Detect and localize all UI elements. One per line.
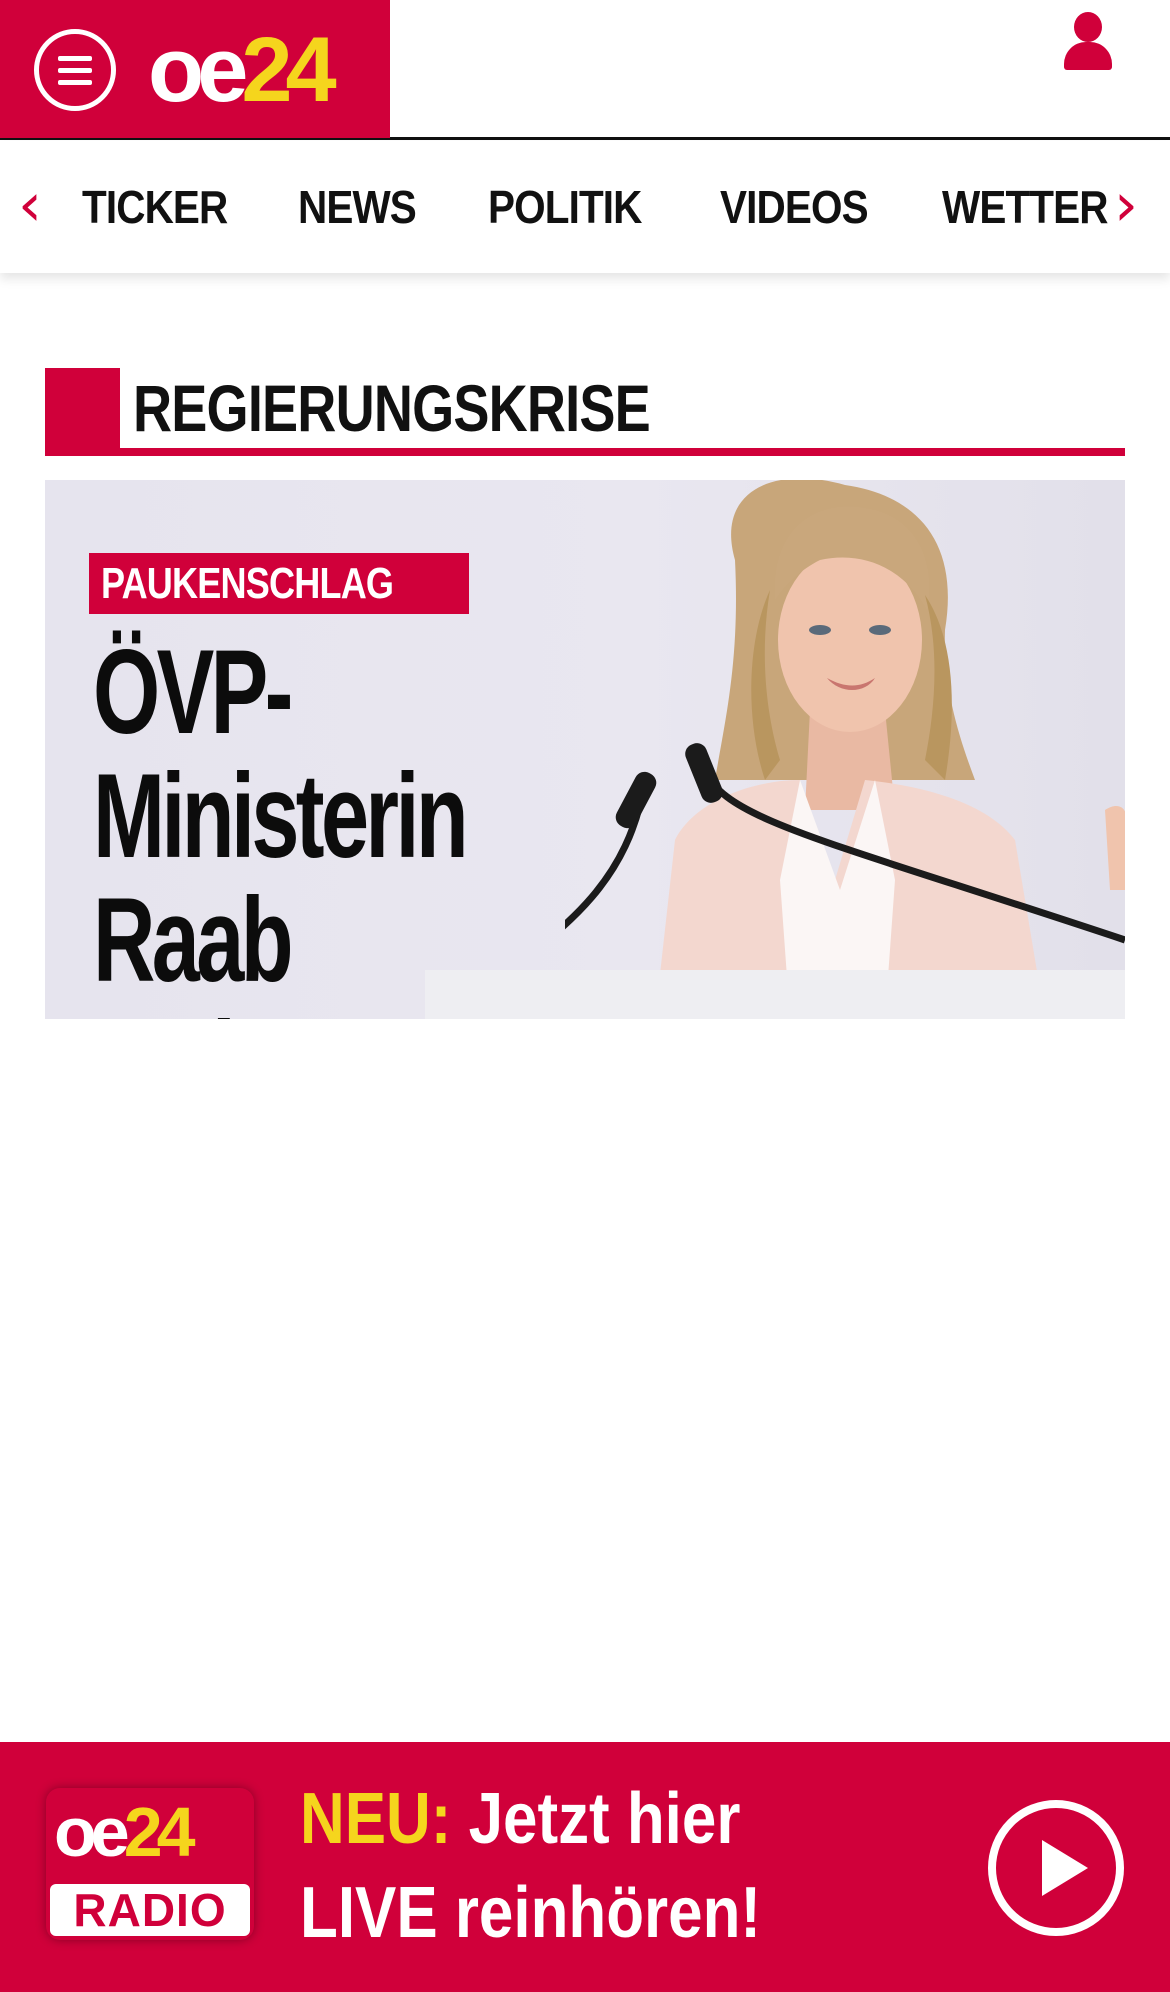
article-headline[interactable]: ÖVP-Ministerin Raab verlässt die Politik — [93, 630, 539, 1019]
article-kicker: PAUKENSCHLAG — [89, 553, 470, 614]
nav-prev-arrow-icon[interactable]: ‹ — [18, 175, 42, 235]
play-icon[interactable] — [988, 1800, 1124, 1936]
nav-item-ticker[interactable]: TICKER — [82, 179, 228, 235]
nav-item-news[interactable]: NEWS — [298, 179, 417, 235]
section-title[interactable]: REGIERUNGSKRISE — [133, 370, 651, 446]
radio-logo: oe24 RADIO — [46, 1788, 254, 1940]
user-account-icon[interactable] — [1060, 12, 1116, 72]
radio-line2: LIVE reinhören! — [300, 1873, 762, 1953]
nav-item-videos[interactable]: VIDEOS — [720, 179, 869, 235]
section-underline — [45, 448, 1125, 456]
section-marker — [45, 368, 120, 456]
kicker-text: PAUKENSCHLAG — [101, 559, 394, 608]
woman-speaking-at-podium-photo — [565, 480, 1125, 1019]
radio-promo-text: NEU: Jetzt hier LIVE reinhören! — [300, 1772, 836, 1960]
nav-item-wetter[interactable]: WETTER — [942, 179, 1108, 235]
logo-oe-text: oe — [148, 19, 248, 121]
nav-item-politik[interactable]: POLITIK — [488, 179, 642, 235]
category-nav: ‹ TICKER NEWS POLITIK VIDEOS WETTER › — [0, 141, 1170, 273]
radio-logo-label: RADIO — [50, 1884, 250, 1936]
radio-banner[interactable]: oe24 RADIO NEU: Jetzt hier LIVE reinhöre… — [0, 1742, 1170, 1992]
hamburger-menu-icon[interactable] — [34, 29, 116, 111]
nav-next-arrow-icon[interactable]: › — [1114, 175, 1138, 235]
section-heading: REGIERUNGSKRISE — [45, 368, 1125, 456]
logo-24-text: 24 — [241, 19, 336, 121]
radio-line1: Jetzt hier — [468, 1779, 741, 1859]
radio-neu-label: NEU: — [300, 1779, 452, 1859]
article-teaser[interactable]: PAUKENSCHLAG ÖVP-Ministerin Raab verläss… — [45, 480, 1125, 1019]
site-logo[interactable]: oe24 — [148, 19, 337, 121]
site-header: oe24 — [0, 0, 1170, 140]
radio-logo-24: 24 — [123, 1793, 196, 1871]
brand-block: oe24 — [0, 0, 390, 138]
radio-logo-oe: oe — [54, 1793, 130, 1871]
